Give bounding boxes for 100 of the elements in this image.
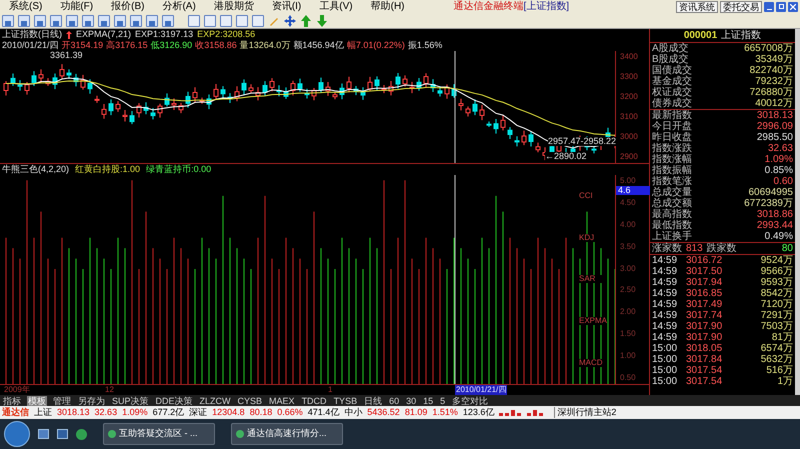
high-price-label: 3361.39: [50, 51, 83, 60]
ticker-value: 12304.8: [212, 407, 245, 418]
indicator-tab[interactable]: DDE决策: [154, 396, 194, 406]
indicator-tab[interactable]: 30: [405, 396, 418, 406]
indicator-name: EXPMA(7,21): [76, 29, 132, 40]
indicator-tab[interactable]: 模板: [27, 396, 47, 406]
toolbar-icon[interactable]: [34, 14, 46, 26]
down-arrow-icon[interactable]: [316, 14, 328, 26]
stock-name: 上证指数: [721, 30, 762, 41]
toolbar-icon[interactable]: [130, 14, 142, 26]
indicator-axis-label: 0.50: [620, 374, 637, 382]
toolbar-icon[interactable]: [162, 14, 174, 26]
quote-label: 总成交额: [652, 198, 692, 209]
toolbar-icon[interactable]: [204, 14, 216, 26]
toolbar-icon[interactable]: [188, 14, 200, 26]
ticker-value: 上证: [34, 407, 52, 418]
close-icon[interactable]: [788, 2, 798, 12]
ticker-value: 3018.13: [57, 407, 90, 418]
indicator-tab[interactable]: MAEX: [268, 396, 296, 406]
toolbar-icon[interactable]: [146, 14, 158, 26]
menu-item[interactable]: 帮助(H): [362, 2, 414, 12]
trade-time: 15:00: [652, 343, 678, 354]
quote-value: 高3176.15: [106, 40, 148, 51]
indicator-axis-label: 2.50: [620, 286, 637, 294]
trade-time: 15:00: [652, 365, 678, 376]
indicator-tab[interactable]: 多空对比: [451, 396, 490, 406]
menu-item[interactable]: 系统(S): [0, 2, 52, 12]
trade-price: 3017.49: [686, 299, 724, 310]
indicator-tab[interactable]: TYSB: [332, 396, 358, 406]
taskbar-window-button[interactable]: 通达信高速行情分...: [231, 423, 343, 445]
quote-label: 最低指数: [652, 220, 692, 231]
indicator-tab[interactable]: ZLZCW: [198, 396, 232, 406]
trade-time: 14:59: [652, 299, 678, 310]
toolbar-icon[interactable]: [82, 14, 94, 26]
toolbar-icon[interactable]: [66, 14, 78, 26]
trade-volume: 1万: [777, 376, 793, 387]
quote-value: 726880万: [750, 87, 793, 98]
quote-label: A股成交: [652, 43, 689, 54]
price-axis-label: 3000: [620, 133, 639, 141]
exp1-value: EXP1:3197.13: [135, 29, 194, 40]
toolbar-icon[interactable]: [220, 14, 232, 26]
quote-value: 0.49%: [764, 231, 793, 242]
indicator-tab[interactable]: 15: [422, 396, 434, 406]
quote-value: 2985.50: [756, 132, 793, 143]
menu-item[interactable]: 工具(V): [310, 2, 362, 12]
indicator-tab[interactable]: 5: [439, 396, 446, 406]
toolbar-icon[interactable]: [114, 14, 126, 26]
trade-volume: 81万: [772, 332, 793, 343]
quote-label: 指数涨幅: [652, 154, 692, 165]
toolbar-icon[interactable]: [2, 14, 14, 26]
toolbar-icon[interactable]: [252, 14, 264, 26]
quote-value: 收3158.86: [195, 40, 237, 51]
menu-item[interactable]: 港股期货: [204, 2, 263, 12]
scrollbar[interactable]: [795, 29, 800, 395]
trade-price: 3016.72: [686, 255, 724, 266]
up-arrow-icon[interactable]: [300, 14, 312, 26]
taskbar-window-button[interactable]: 互助答疑交流区 - ...: [103, 423, 215, 445]
price-axis-label: 3300: [620, 73, 639, 81]
trade-price: 3017.84: [686, 354, 724, 365]
trade-volume: 7120万: [760, 299, 793, 310]
date-axis-label: 2009年: [4, 385, 30, 395]
trade-volume: 7291万: [760, 310, 793, 321]
document-title: [上证指数]: [524, 2, 570, 12]
chart-title: 上证指数(日线): [2, 29, 62, 40]
indicator-tag[interactable]: EXPMA: [578, 317, 607, 326]
trade-volume: 9566万: [760, 266, 793, 277]
maximize-icon[interactable]: [776, 2, 786, 12]
indicator-tab[interactable]: 日线: [363, 396, 384, 406]
indicator-tab[interactable]: 60: [388, 396, 400, 406]
trade-volume: 8542万: [760, 288, 793, 299]
start-button[interactable]: [4, 421, 30, 447]
move-arrows-icon[interactable]: [284, 14, 296, 26]
indicator-tab[interactable]: 管理: [52, 396, 72, 406]
trade-time: 14:59: [652, 310, 678, 321]
menu-item[interactable]: 分析(A): [153, 2, 205, 12]
decliners-count: 80: [782, 243, 793, 254]
trade-price: 3016.85: [686, 288, 724, 299]
trade-volume: 7503万: [760, 321, 793, 332]
quote-value: 2996.09: [756, 121, 793, 132]
menu-item[interactable]: 报价(B): [102, 2, 154, 12]
menu-item[interactable]: 功能(F): [51, 2, 102, 12]
toolbar-icon[interactable]: [236, 14, 248, 26]
toolbar-icon[interactable]: [18, 14, 30, 26]
menu-item[interactable]: 资讯(I): [262, 2, 310, 12]
minimize-icon[interactable]: [764, 2, 774, 12]
trade-volume: 9524万: [760, 255, 793, 266]
indicator-axis-label: 3.00: [620, 264, 637, 272]
top-button[interactable]: 委托交易: [720, 0, 762, 12]
price-axis-label: 2900: [620, 153, 639, 161]
toolbar-icon[interactable]: [50, 14, 62, 26]
indicator-tab[interactable]: SUP决策: [111, 396, 150, 406]
indicator-tab[interactable]: CYSB: [236, 396, 264, 406]
indicator-tab[interactable]: 指标: [2, 396, 22, 406]
toolbar-icon[interactable]: [98, 14, 110, 26]
trade-volume: 5632万: [760, 354, 793, 365]
date-axis-label: 12: [105, 385, 114, 395]
top-button[interactable]: 资讯系统: [676, 0, 718, 12]
indicator-tab[interactable]: TDCD: [300, 396, 328, 406]
indicator-tab[interactable]: 另存为: [77, 396, 106, 406]
exp2-value: EXP2:3208.56: [197, 29, 256, 40]
